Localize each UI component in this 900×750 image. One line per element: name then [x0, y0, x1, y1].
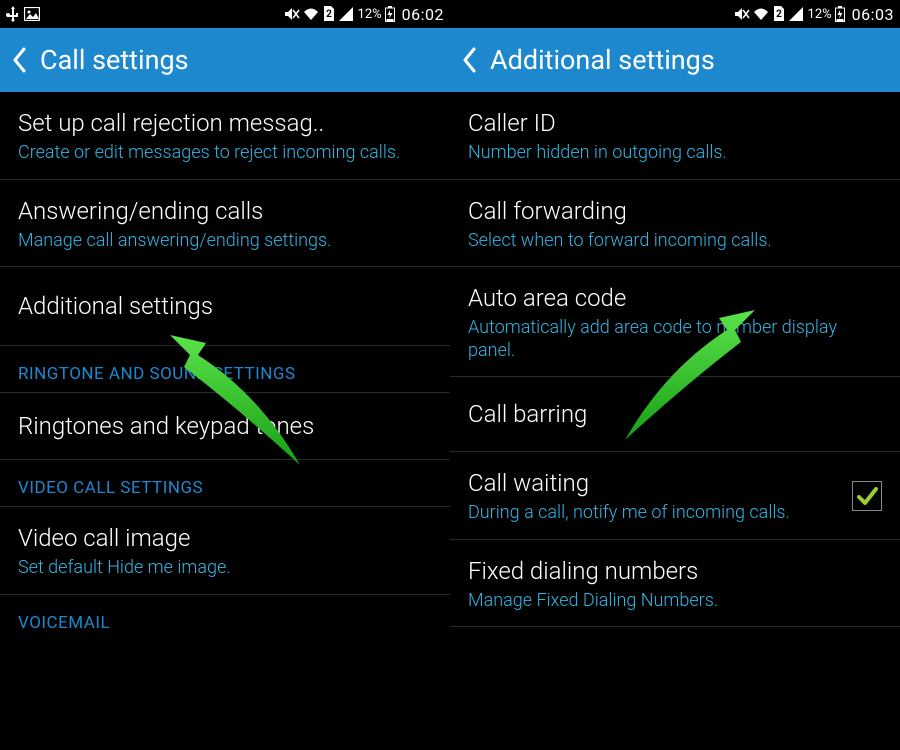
signal-icon — [339, 7, 353, 21]
wifi-icon — [753, 7, 769, 21]
item-call-rejection-messages[interactable]: Set up call rejection messag.. Create or… — [0, 92, 450, 180]
item-fixed-dialing-numbers[interactable]: Fixed dialing numbers Manage Fixed Diali… — [450, 540, 900, 628]
checkmark-icon — [855, 484, 879, 508]
item-title: Caller ID — [468, 108, 882, 138]
mute-icon — [284, 7, 300, 21]
battery-charging-icon — [835, 6, 845, 22]
item-additional-settings[interactable]: Additional settings — [0, 267, 450, 346]
item-call-forwarding[interactable]: Call forwarding Select when to forward i… — [450, 180, 900, 268]
mute-icon — [734, 7, 750, 21]
settings-list: Set up call rejection messag.. Create or… — [0, 92, 450, 633]
clock: 06:03 — [852, 5, 894, 24]
usb-icon — [6, 6, 20, 22]
sim-icon: 2 — [772, 6, 786, 22]
item-title: Additional settings — [18, 291, 432, 321]
section-ringtone-sound: RINGTONE AND SOUND SETTINGS — [0, 346, 450, 393]
back-icon[interactable] — [12, 47, 26, 73]
item-title: Video call image — [18, 523, 432, 553]
item-title: Auto area code — [468, 283, 882, 313]
item-auto-area-code[interactable]: Auto area code Automatically add area co… — [450, 267, 900, 377]
page-title: Additional settings — [490, 44, 715, 76]
image-icon — [24, 7, 40, 21]
clock: 06:02 — [402, 5, 444, 24]
item-video-call-image[interactable]: Video call image Set default Hide me ima… — [0, 507, 450, 595]
battery-charging-icon — [385, 6, 395, 22]
svg-text:2: 2 — [776, 9, 782, 20]
battery-percentage: 12% — [808, 7, 832, 22]
item-subtitle: Manage call answering/ending settings. — [18, 230, 432, 253]
item-caller-id[interactable]: Caller ID Number hidden in outgoing call… — [450, 92, 900, 180]
item-title: Set up call rejection messag.. — [18, 108, 432, 138]
item-answering-ending-calls[interactable]: Answering/ending calls Manage call answe… — [0, 180, 450, 268]
status-bar: 2 12% 06:03 — [450, 0, 900, 28]
app-header: Call settings — [0, 28, 450, 92]
item-title: Fixed dialing numbers — [468, 556, 882, 586]
item-title: Call barring — [468, 399, 882, 429]
item-title: Answering/ending calls — [18, 196, 432, 226]
svg-text:2: 2 — [326, 9, 332, 20]
item-subtitle: Number hidden in outgoing calls. — [468, 142, 882, 165]
item-call-waiting[interactable]: Call waiting During a call, notify me of… — [450, 452, 900, 540]
item-subtitle: Set default Hide me image. — [18, 557, 432, 580]
item-ringtones-keypad-tones[interactable]: Ringtones and keypad tones — [0, 393, 450, 460]
item-title: Call waiting — [468, 468, 842, 498]
page-title: Call settings — [40, 44, 189, 76]
screen-call-settings: 2 12% 06:02 Call settings Set up call re… — [0, 0, 450, 750]
signal-icon — [789, 7, 803, 21]
item-subtitle: During a call, notify me of incoming cal… — [468, 502, 842, 525]
item-title: Ringtones and keypad tones — [18, 411, 432, 441]
app-header: Additional settings — [450, 28, 900, 92]
item-subtitle: Create or edit messages to reject incomi… — [18, 142, 432, 165]
screen-additional-settings: 2 12% 06:03 Additional settings Caller I… — [450, 0, 900, 750]
item-call-barring[interactable]: Call barring — [450, 377, 900, 452]
item-title: Call forwarding — [468, 196, 882, 226]
back-icon[interactable] — [462, 47, 476, 73]
wifi-icon — [303, 7, 319, 21]
section-video-call: VIDEO CALL SETTINGS — [0, 460, 450, 507]
section-voicemail: VOICEMAIL — [0, 595, 450, 633]
battery-percentage: 12% — [358, 7, 382, 22]
call-waiting-checkbox[interactable] — [852, 481, 882, 511]
settings-list: Caller ID Number hidden in outgoing call… — [450, 92, 900, 627]
sim-icon: 2 — [322, 6, 336, 22]
item-subtitle: Automatically add area code to number di… — [468, 317, 882, 362]
item-subtitle: Select when to forward incoming calls. — [468, 230, 882, 253]
status-bar: 2 12% 06:02 — [0, 0, 450, 28]
item-subtitle: Manage Fixed Dialing Numbers. — [468, 590, 882, 613]
